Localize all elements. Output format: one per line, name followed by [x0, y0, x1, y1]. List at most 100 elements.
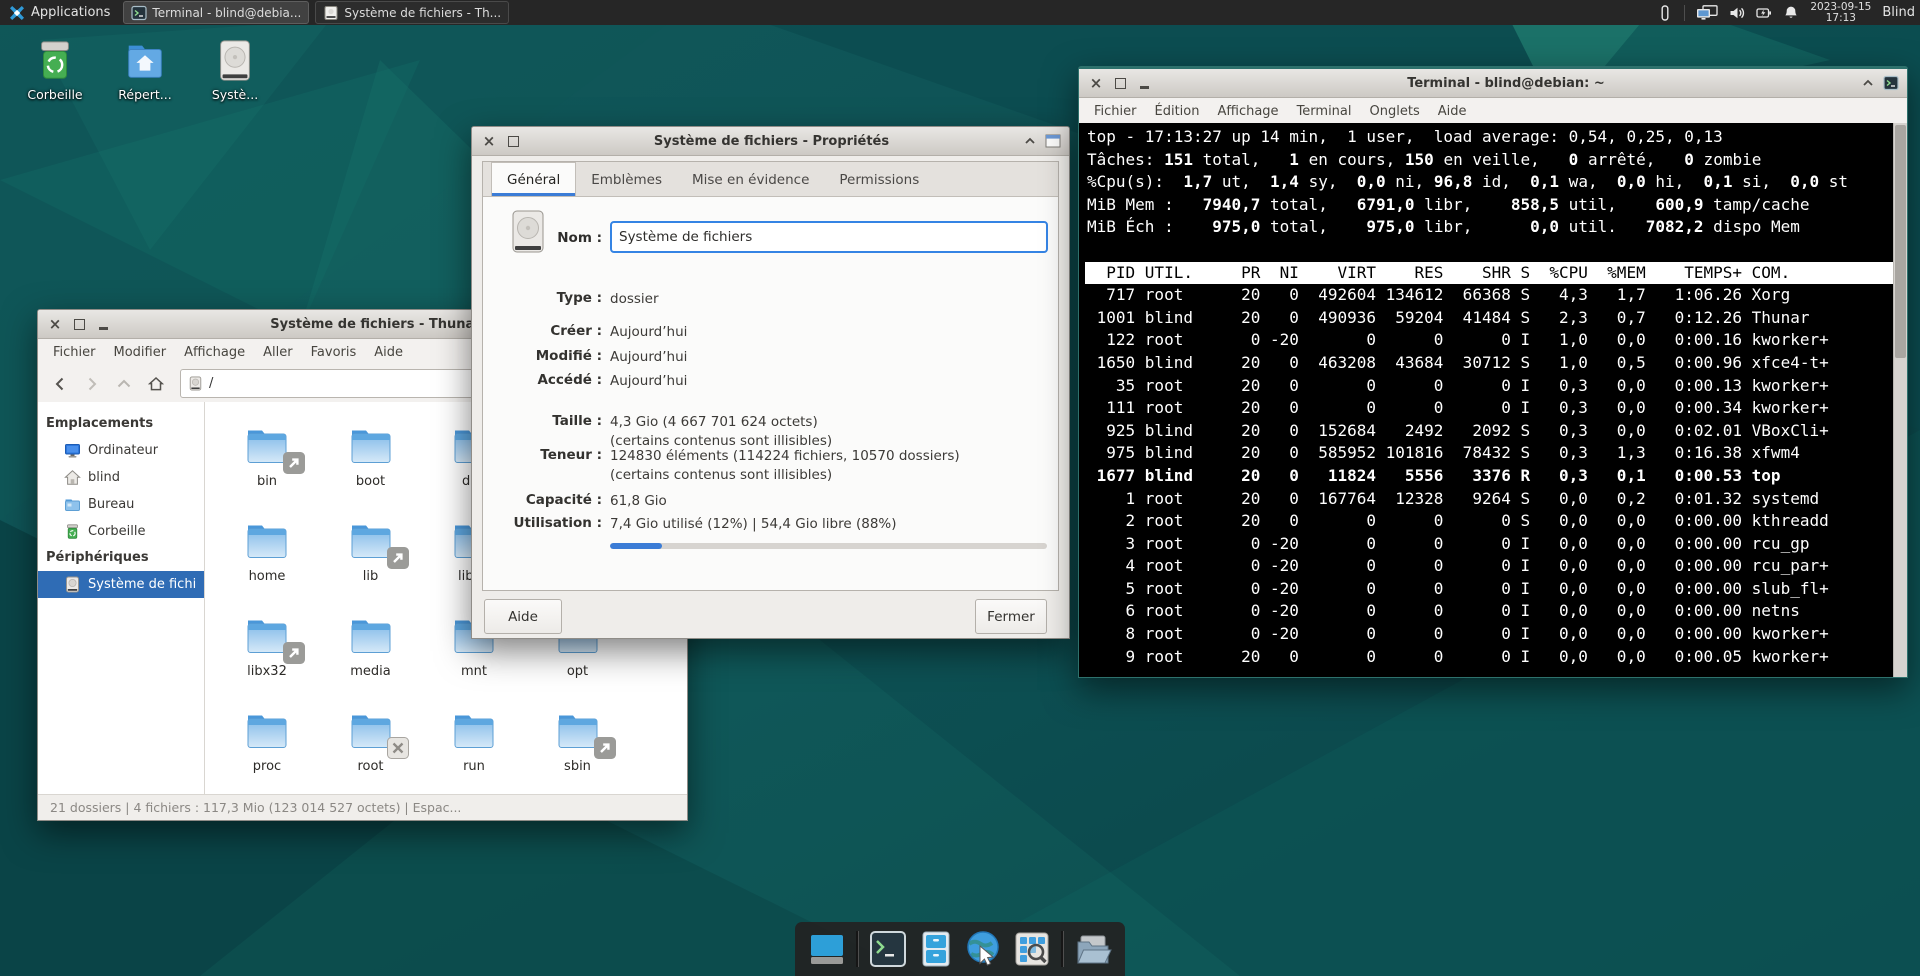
- file-item-proc[interactable]: proc: [219, 707, 315, 774]
- menu-item-favoris[interactable]: Favoris: [302, 343, 366, 362]
- indicator-icon[interactable]: [1657, 5, 1673, 21]
- menu-item-aide[interactable]: Aide: [1429, 102, 1476, 121]
- property-row: Utilisation :7,4 Gio utilisé (12%) | 54,…: [483, 515, 1044, 534]
- terminal-window: × Terminal - blind@debian: ~ FichierÉdit…: [1078, 66, 1908, 678]
- property-row: Teneur :124830 éléments (114224 fichiers…: [483, 447, 1044, 485]
- maximize-icon[interactable]: [1113, 76, 1127, 90]
- top-process-row: 6 root 0 -20 0 0 0 I 0,0 0,0 0:00.00 net…: [1087, 600, 1893, 623]
- volume-icon[interactable]: [1729, 5, 1745, 21]
- symlink-emblem-icon: [387, 547, 409, 569]
- applications-menu-button[interactable]: Applications: [0, 0, 119, 25]
- terminal-screen[interactable]: top - 17:13:27 up 14 min, 1 user, load a…: [1079, 123, 1907, 677]
- symlink-emblem-icon: [594, 737, 616, 759]
- window-button[interactable]: Système de fichiers - Th...: [315, 1, 509, 24]
- sidebar-item-corbeille[interactable]: Corbeille: [38, 518, 204, 545]
- menu-item-fichier[interactable]: Fichier: [44, 343, 105, 362]
- close-icon[interactable]: ×: [1089, 76, 1103, 90]
- menu-item-aide[interactable]: Aide: [365, 343, 412, 362]
- desktop-icon[interactable]: Systè...: [198, 38, 272, 102]
- menu-item-onglets[interactable]: Onglets: [1361, 102, 1429, 121]
- window-button-label: Terminal - blind@debia...: [152, 6, 301, 20]
- terminal-line: [1087, 239, 1893, 262]
- property-value: 61,8 Gio: [602, 492, 667, 511]
- scrollbar-thumb[interactable]: [1895, 125, 1906, 358]
- window-button[interactable]: Terminal - blind@debia...: [123, 1, 309, 24]
- show-desktop-launcher[interactable]: [808, 930, 846, 968]
- maximize-icon[interactable]: [506, 134, 520, 148]
- sidebar-item-syst-me-de-fichi-[interactable]: Système de fichi...: [38, 571, 204, 598]
- properties-dialog-title: Système de fichiers - Propriétés: [520, 134, 1023, 149]
- up-button[interactable]: [110, 371, 138, 397]
- minimize-icon[interactable]: [1137, 76, 1151, 90]
- menu-item-édition[interactable]: Édition: [1146, 102, 1209, 121]
- terminal-scrollbar[interactable]: [1893, 123, 1907, 677]
- property-value: 7,4 Gio utilisé (12%) | 54,4 Gio libre (…: [602, 515, 897, 534]
- help-button[interactable]: Aide: [484, 599, 562, 634]
- forward-button[interactable]: [78, 371, 106, 397]
- directory-menu-launcher[interactable]: [1074, 930, 1112, 968]
- file-item-media[interactable]: media: [323, 612, 419, 679]
- back-button[interactable]: [46, 371, 74, 397]
- panel-separator: [1684, 5, 1685, 21]
- sidebar-item-ordinateur[interactable]: Ordinateur: [38, 437, 204, 464]
- menu-item-aller[interactable]: Aller: [254, 343, 301, 362]
- desktop-icon[interactable]: Corbeille: [18, 38, 92, 102]
- notifications-bell-icon[interactable]: [1783, 5, 1799, 21]
- shade-icon[interactable]: [1861, 76, 1875, 90]
- sidebar-item-bureau[interactable]: Bureau: [38, 491, 204, 518]
- property-value: Aujourd’hui: [602, 323, 687, 342]
- properties-tabs: GénéralEmblèmesMise en évidencePermissio…: [483, 162, 1058, 197]
- tab-permissions[interactable]: Permissions: [824, 163, 934, 196]
- close-icon[interactable]: ×: [482, 134, 496, 148]
- sidebar-item-label: blind: [88, 470, 120, 485]
- file-item-label: libx32: [219, 664, 315, 679]
- file-item-label: media: [323, 664, 419, 679]
- file-item-boot[interactable]: boot: [323, 422, 419, 489]
- file-manager-launcher[interactable]: [917, 930, 955, 968]
- shade-icon[interactable]: [1023, 134, 1037, 148]
- app-finder-launcher[interactable]: [1013, 930, 1051, 968]
- menu-item-modifier[interactable]: Modifier: [105, 343, 176, 362]
- property-value: dossier: [602, 290, 659, 309]
- property-value-line: 4,3 Gio (4 667 701 624 octets): [610, 413, 832, 432]
- trash-icon: [32, 38, 78, 84]
- file-item-run[interactable]: run: [426, 707, 522, 774]
- desktop-icon[interactable]: Répert...: [108, 38, 182, 102]
- user-actions-button[interactable]: Blind: [1882, 5, 1915, 20]
- top-output: top - 17:13:27 up 14 min, 1 user, load a…: [1087, 126, 1893, 668]
- sidebar-item-label: Système de fichi...: [88, 577, 196, 592]
- minimize-icon[interactable]: [96, 317, 110, 331]
- name-input[interactable]: [610, 221, 1048, 253]
- sidebar-item-label: Corbeille: [88, 524, 145, 539]
- web-browser-launcher[interactable]: [965, 930, 1003, 968]
- tab-mise-en-vidence[interactable]: Mise en évidence: [677, 163, 824, 196]
- tab-g-n-ral[interactable]: Général: [491, 162, 576, 196]
- top-process-row: 1 root 20 0 167764 12328 9264 S 0,0 0,2 …: [1087, 488, 1893, 511]
- clock[interactable]: 2023-09-15 17:13: [1810, 2, 1871, 24]
- usage-progressbar: [610, 543, 1047, 549]
- terminal-titlebar[interactable]: × Terminal - blind@debian: ~: [1079, 69, 1907, 98]
- home-button[interactable]: [142, 371, 170, 397]
- menu-item-fichier[interactable]: Fichier: [1085, 102, 1146, 121]
- file-item-home[interactable]: home: [219, 517, 315, 584]
- xfce-logo-icon: [9, 5, 25, 21]
- top-process-row: 2 root 20 0 0 0 0 S 0,0 0,0 0:00.00 kthr…: [1087, 510, 1893, 533]
- file-item-label: opt: [530, 664, 626, 679]
- battery-icon[interactable]: [1756, 5, 1772, 21]
- menu-item-affichage[interactable]: Affichage: [175, 343, 254, 362]
- close-button[interactable]: Fermer: [975, 599, 1047, 634]
- sidebar-item-blind[interactable]: blind: [38, 464, 204, 491]
- maximize-icon[interactable]: [72, 317, 86, 331]
- system-tray: 2023-09-15 17:13 Blind: [1657, 0, 1920, 25]
- dock: [795, 922, 1125, 976]
- sidebar-section-header: Périphériques: [38, 545, 204, 571]
- terminal-launcher[interactable]: [869, 930, 907, 968]
- display-settings-icon[interactable]: [1696, 5, 1718, 21]
- menu-item-terminal[interactable]: Terminal: [1288, 102, 1361, 121]
- close-icon[interactable]: ×: [48, 317, 62, 331]
- menu-item-affichage[interactable]: Affichage: [1208, 102, 1287, 121]
- tab-embl-mes[interactable]: Emblèmes: [576, 163, 677, 196]
- window-button-icon: [131, 5, 147, 21]
- top-process-row: 8 root 0 -20 0 0 0 I 0,0 0,0 0:00.00 kwo…: [1087, 623, 1893, 646]
- properties-titlebar[interactable]: × Système de fichiers - Propriétés: [472, 127, 1069, 156]
